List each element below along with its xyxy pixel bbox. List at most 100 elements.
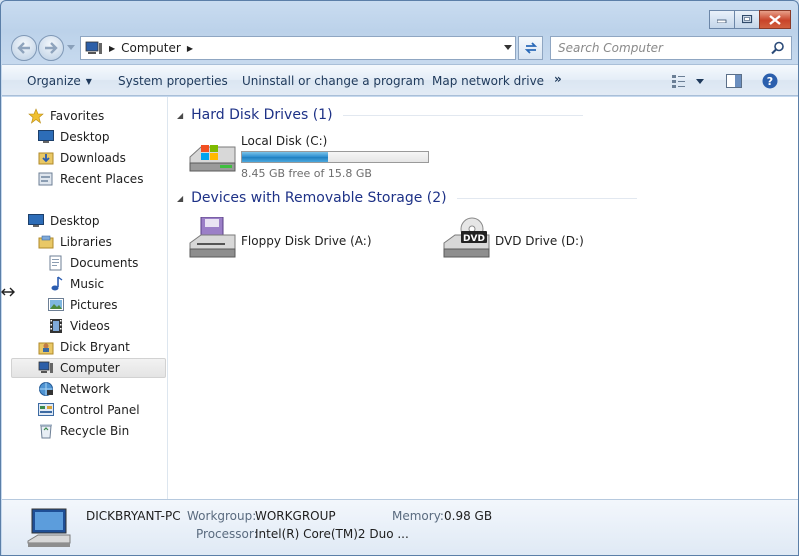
workgroup-value: WORKGROUP bbox=[255, 509, 336, 523]
nav-pictures-label: Pictures bbox=[70, 298, 118, 312]
nav-desktop-label: Desktop bbox=[50, 214, 100, 228]
floppy-drive-icon bbox=[189, 217, 236, 258]
system-properties-button[interactable]: System properties bbox=[118, 74, 228, 88]
drive-d-dvd[interactable]: DVD DVD Drive (D:) bbox=[441, 217, 584, 263]
group-removable-storage-title: Devices with Removable Storage (2) bbox=[191, 190, 447, 206]
organize-label: Organize bbox=[27, 74, 81, 88]
breadcrumb-chevron-icon[interactable]: ▶ bbox=[187, 44, 193, 53]
nav-pictures[interactable]: Pictures bbox=[48, 295, 118, 315]
address-dropdown-icon[interactable] bbox=[504, 45, 512, 50]
nav-documents-label: Documents bbox=[70, 256, 139, 270]
nav-user-folder[interactable]: Dick Bryant bbox=[38, 337, 130, 357]
nav-libraries[interactable]: Libraries bbox=[38, 232, 112, 252]
workgroup-label: Workgroup: bbox=[187, 509, 257, 523]
nav-favorites[interactable]: Favorites bbox=[28, 106, 104, 126]
control-panel-icon bbox=[38, 403, 54, 416]
search-placeholder[interactable]: Search Computer bbox=[558, 41, 663, 55]
videos-icon bbox=[50, 319, 62, 333]
recent-pages-dropdown-icon[interactable] bbox=[67, 45, 75, 50]
address-row: ▶ Computer ▶ Search Computer bbox=[1, 33, 798, 63]
network-icon bbox=[39, 382, 53, 396]
drive-c-name: Local Disk (C:) bbox=[241, 134, 328, 148]
drive-c[interactable]: Local Disk (C:) 8.45 GB free of 15.8 GB bbox=[187, 133, 429, 180]
collapse-arrow-icon[interactable]: ◢ bbox=[177, 111, 183, 120]
nav-favorites-label: Favorites bbox=[50, 109, 105, 123]
breadcrumb-computer[interactable]: Computer bbox=[121, 41, 181, 55]
search-box[interactable]: Search Computer bbox=[550, 36, 792, 60]
user-folder-icon bbox=[38, 342, 54, 355]
more-commands-button[interactable]: » bbox=[554, 72, 562, 86]
minimize-button[interactable] bbox=[709, 10, 735, 29]
nav-videos-label: Videos bbox=[70, 319, 110, 333]
nav-computer[interactable]: Computer bbox=[11, 358, 166, 378]
nav-network-label: Network bbox=[60, 382, 111, 396]
uninstall-program-button[interactable]: Uninstall or change a program bbox=[242, 74, 425, 88]
organize-button[interactable]: Organize ▼ bbox=[27, 74, 92, 88]
close-button[interactable] bbox=[759, 10, 791, 29]
nav-network[interactable]: Network bbox=[38, 379, 110, 399]
refresh-button[interactable] bbox=[518, 36, 543, 60]
nav-recycle-bin[interactable]: Recycle Bin bbox=[38, 421, 129, 441]
nav-desktop-favorite-label: Desktop bbox=[60, 130, 110, 144]
preview-pane-icon[interactable] bbox=[726, 74, 742, 88]
close-icon bbox=[769, 14, 781, 25]
help-icon[interactable]: ? bbox=[762, 73, 778, 89]
caption-buttons bbox=[709, 10, 791, 29]
group-divider bbox=[456, 197, 637, 199]
dvd-drive-icon: DVD bbox=[443, 217, 490, 258]
documents-icon bbox=[49, 255, 62, 271]
computer-icon bbox=[38, 361, 53, 373]
group-removable-storage[interactable]: ◢ Devices with Removable Storage (2) bbox=[177, 190, 637, 206]
drive-c-usage-fill bbox=[242, 152, 329, 162]
recent-places-icon bbox=[38, 172, 53, 186]
forward-button[interactable] bbox=[38, 35, 64, 61]
view-options-dropdown-icon[interactable] bbox=[696, 79, 704, 84]
drive-a-name: Floppy Disk Drive (A:) bbox=[241, 234, 372, 248]
computer-large-icon bbox=[27, 508, 71, 547]
group-hard-disk-drives-title: Hard Disk Drives (1) bbox=[191, 107, 333, 123]
nav-videos[interactable]: Videos bbox=[48, 316, 110, 336]
maximize-button[interactable] bbox=[734, 10, 760, 29]
nav-music[interactable]: Music bbox=[48, 274, 104, 294]
navigation-pane: Favorites Desktop Downloads Recent Place… bbox=[2, 97, 168, 499]
chevron-down-icon: ▼ bbox=[85, 77, 92, 86]
libraries-icon bbox=[38, 235, 54, 249]
main-pane: ◢ Hard Disk Drives (1) Local Disk (C:) 8… bbox=[169, 97, 798, 499]
nav-recent-places-label: Recent Places bbox=[60, 172, 144, 186]
search-icon[interactable] bbox=[771, 41, 785, 55]
content-area: Favorites Desktop Downloads Recent Place… bbox=[2, 97, 798, 499]
svg-text:?: ? bbox=[767, 75, 773, 88]
nav-control-panel[interactable]: Control Panel bbox=[38, 400, 140, 420]
nav-documents[interactable]: Documents bbox=[48, 253, 138, 273]
refresh-icon bbox=[524, 42, 537, 54]
nav-libraries-label: Libraries bbox=[60, 235, 112, 249]
drive-a-floppy[interactable]: Floppy Disk Drive (A:) bbox=[187, 217, 372, 263]
nav-desktop[interactable]: Desktop bbox=[28, 211, 100, 231]
nav-recent-places[interactable]: Recent Places bbox=[38, 169, 143, 189]
memory-label: Memory: bbox=[392, 509, 444, 523]
map-network-drive-button[interactable]: Map network drive bbox=[432, 74, 544, 88]
desktop-icon bbox=[28, 214, 44, 227]
computer-icon bbox=[85, 41, 102, 54]
group-hard-disk-drives[interactable]: ◢ Hard Disk Drives (1) bbox=[177, 107, 583, 123]
downloads-folder-icon bbox=[38, 152, 54, 165]
address-bar[interactable]: ▶ Computer ▶ bbox=[80, 36, 516, 60]
memory-value: 0.98 GB bbox=[444, 509, 493, 523]
recycle-bin-icon bbox=[40, 424, 52, 439]
nav-recycle-bin-label: Recycle Bin bbox=[60, 424, 130, 438]
desktop-icon bbox=[38, 130, 54, 143]
back-button[interactable] bbox=[11, 35, 37, 61]
explorer-window: ▶ Computer ▶ Search Computer Organize ▼ S… bbox=[0, 0, 799, 556]
drive-c-usage-bar bbox=[241, 151, 429, 163]
nav-user-folder-label: Dick Bryant bbox=[60, 340, 130, 354]
details-pane: DICKBRYANT-PC Workgroup: WORKGROUP Memor… bbox=[2, 499, 798, 555]
processor-label: Processor: bbox=[196, 527, 258, 541]
collapse-arrow-icon[interactable]: ◢ bbox=[177, 194, 183, 203]
nav-downloads[interactable]: Downloads bbox=[38, 148, 126, 168]
breadcrumb-separator-icon[interactable]: ▶ bbox=[109, 44, 115, 53]
resize-cursor-icon bbox=[1, 287, 15, 297]
command-bar: Organize ▼ System properties Uninstall or… bbox=[2, 64, 798, 96]
change-view-icon[interactable] bbox=[671, 74, 687, 88]
maximize-icon bbox=[741, 15, 752, 24]
nav-desktop-favorite[interactable]: Desktop bbox=[38, 127, 110, 147]
